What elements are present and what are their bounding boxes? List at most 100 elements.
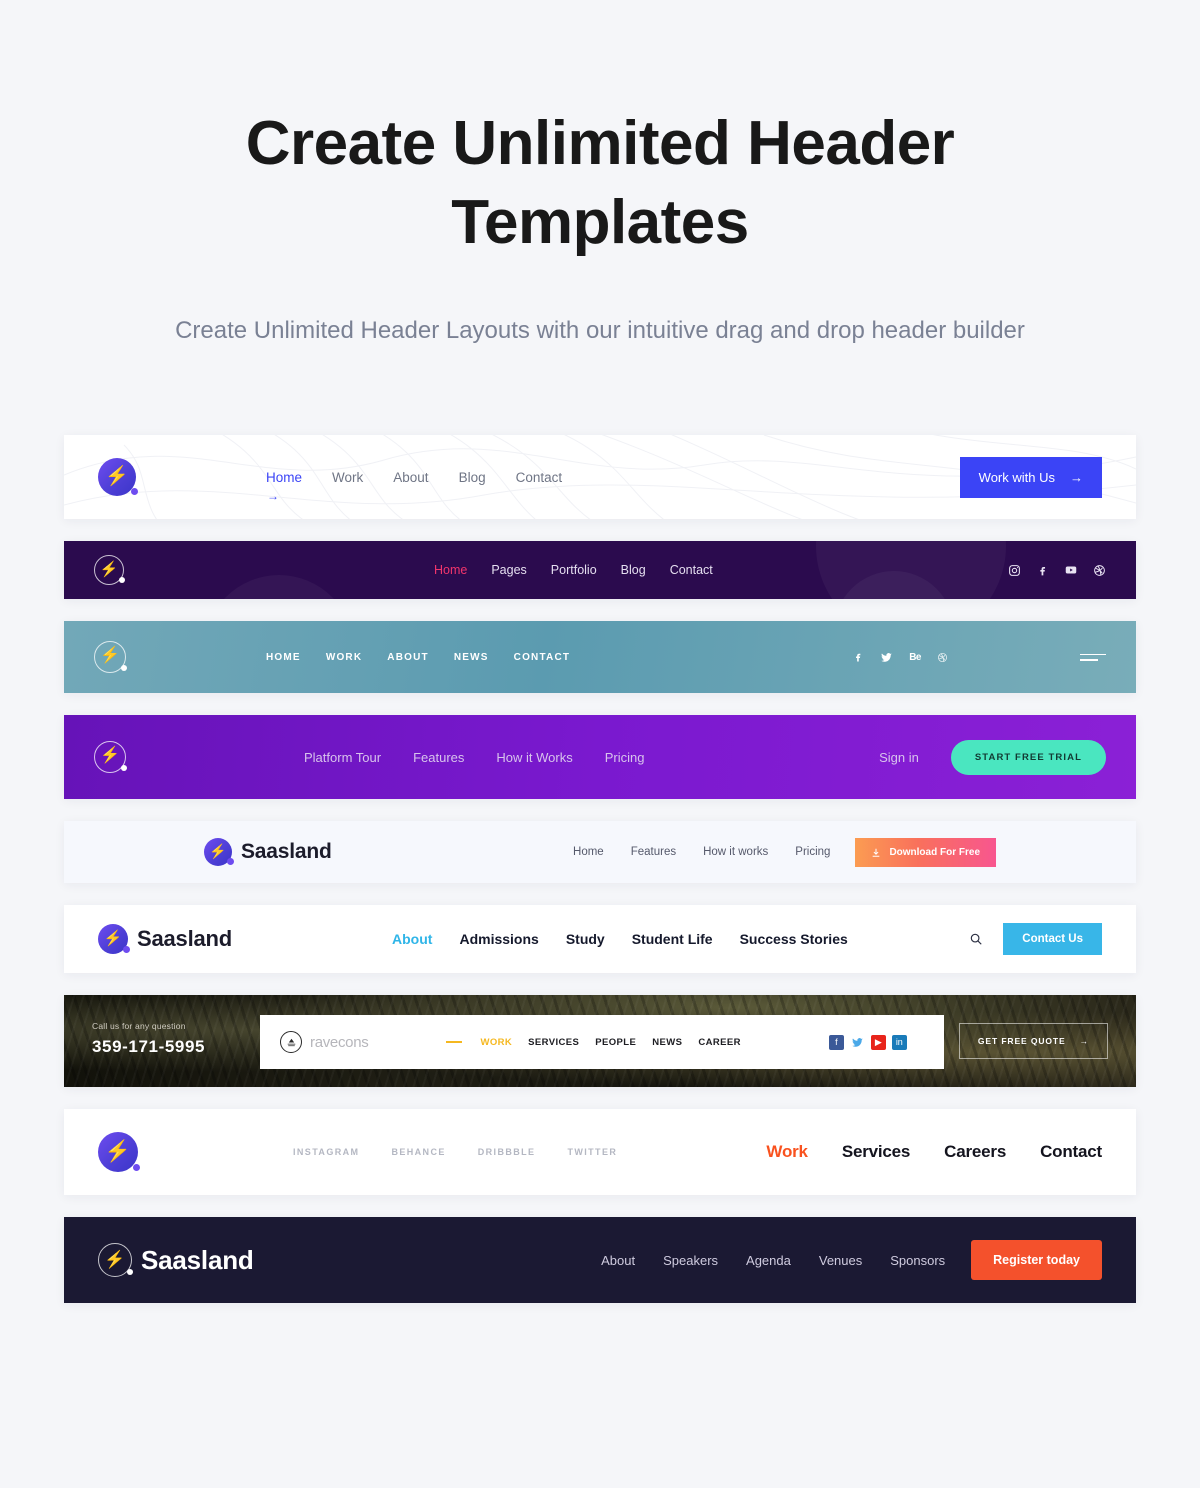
nav-item-dribbble[interactable]: DRIBBBLE — [478, 1147, 536, 1157]
twitter-icon[interactable] — [880, 651, 893, 664]
nav-item-how-it-works[interactable]: How it works — [703, 846, 768, 858]
register-today-button[interactable]: Register today — [971, 1240, 1102, 1281]
header-light-topography[interactable]: ⚡ Home → Work About Blog Contact Work wi… — [64, 435, 1136, 520]
rave-circle-icon — [280, 1031, 302, 1054]
logo-mark[interactable]: ⚡ — [98, 924, 130, 955]
facebook-icon[interactable] — [852, 651, 864, 663]
nav-item-contact[interactable]: Contact — [670, 563, 713, 577]
nav-item-agenda[interactable]: Agenda — [746, 1253, 791, 1268]
nav-item-about[interactable]: About — [393, 470, 428, 485]
facebook-icon[interactable]: f — [828, 1034, 844, 1050]
header-nav: About Speakers Agenda Venues Sponsors — [601, 1253, 945, 1268]
header-saasland-education[interactable]: ⚡ Saasland About Admissions Study Studen… — [64, 905, 1136, 974]
logo-mark[interactable]: ⚡ — [94, 555, 125, 586]
logo-mark[interactable]: ⚡ — [98, 1243, 133, 1278]
header-teal[interactable]: ⚡ HOME WORK ABOUT NEWS CONTACT Be — [64, 621, 1136, 694]
header-violet[interactable]: ⚡ Platform Tour Features How it Works Pr… — [64, 715, 1136, 800]
nav-item-pricing[interactable]: Pricing — [795, 846, 830, 858]
nav-item-student-life[interactable]: Student Life — [632, 931, 713, 947]
nav-item-portfolio[interactable]: Portfolio — [551, 563, 597, 577]
hamburger-icon[interactable] — [1080, 650, 1106, 665]
nav-item-contact[interactable]: Contact — [1040, 1142, 1102, 1162]
nav-item-platform-tour[interactable]: Platform Tour — [304, 750, 381, 765]
bolt-icon: ⚡ — [104, 1249, 126, 1269]
contact-us-button[interactable]: Contact Us — [1003, 923, 1102, 956]
header-dark-purple[interactable]: ⚡ Home Pages Portfolio Blog Contact — [64, 541, 1136, 600]
header-template-list: ⚡ Home → Work About Blog Contact Work wi… — [0, 435, 1200, 1304]
nav-item-about[interactable]: About — [601, 1253, 635, 1268]
nav-item-career[interactable]: CAREER — [698, 1037, 741, 1048]
nav-item-work[interactable]: WORK — [326, 652, 362, 663]
nav-item-pages[interactable]: Pages — [491, 563, 526, 577]
logo-dot — [121, 765, 127, 772]
nav-item-speakers[interactable]: Speakers — [663, 1253, 718, 1268]
logo-wordmark: Saasland — [137, 926, 233, 952]
nav-item-instagram[interactable]: INSTAGRAM — [293, 1147, 359, 1157]
nav-item-behance[interactable]: BEHANCE — [391, 1147, 445, 1157]
header-ravecons-photo[interactable]: Call us for any question 359-171-5995 ra… — [64, 995, 1136, 1088]
page-subtitle: Create Unlimited Header Layouts with our… — [175, 316, 1025, 344]
nav-item-success-stories[interactable]: Success Stories — [740, 931, 848, 947]
nav-item-work[interactable]: Work — [766, 1142, 808, 1162]
nav-item-people[interactable]: PEOPLE — [595, 1037, 636, 1048]
header-dark-navy-event[interactable]: ⚡ Saasland About Speakers Agenda Venues … — [64, 1217, 1136, 1304]
logo-mark[interactable]: ⚡ — [94, 641, 127, 674]
nav-item-services[interactable]: SERVICES — [528, 1037, 579, 1048]
nav-item-contact[interactable]: CONTACT — [514, 652, 571, 663]
logo-mark[interactable]: ⚡ — [98, 1132, 140, 1173]
download-for-free-button[interactable]: Download For Free — [855, 837, 996, 867]
header-nav: HOME WORK ABOUT NEWS CONTACT — [266, 652, 570, 663]
get-free-quote-button[interactable]: GET FREE QUOTE → — [958, 1023, 1108, 1060]
search-icon[interactable] — [969, 932, 983, 946]
nav-item-news[interactable]: NEWS — [454, 652, 489, 663]
nav-item-work[interactable]: WORK — [480, 1037, 512, 1048]
nav-item-home[interactable]: Home — [573, 846, 604, 858]
sign-in-link[interactable]: Sign in — [879, 750, 919, 765]
instagram-icon[interactable] — [1008, 564, 1021, 577]
nav-item-home[interactable]: Home — [434, 563, 467, 577]
nav-item-features[interactable]: Features — [631, 846, 676, 858]
nav-item-admissions[interactable]: Admissions — [459, 931, 538, 947]
logo-mark[interactable]: ⚡ — [94, 741, 127, 774]
nav-item-pricing[interactable]: Pricing — [605, 750, 645, 765]
work-with-us-button[interactable]: Work with Us → — [959, 456, 1102, 498]
nav-item-blog[interactable]: Blog — [621, 563, 646, 577]
nav-item-study[interactable]: Study — [566, 931, 605, 947]
nav-item-venues[interactable]: Venues — [819, 1253, 862, 1268]
start-free-trial-button[interactable]: START FREE TRIAL — [950, 739, 1106, 775]
logo-mark[interactable]: ⚡ — [204, 838, 234, 867]
linkedin-icon[interactable]: in — [891, 1034, 907, 1050]
facebook-icon[interactable] — [1036, 564, 1049, 577]
nav-item-sponsors[interactable]: Sponsors — [890, 1253, 945, 1268]
nav-item-how-it-works[interactable]: How it Works — [496, 750, 572, 765]
nav-item-careers[interactable]: Careers — [944, 1142, 1006, 1162]
logo-mark[interactable]: ⚡ — [98, 458, 138, 497]
nav-item-services[interactable]: Services — [842, 1142, 911, 1162]
logo-dot — [133, 1164, 140, 1172]
bolt-icon: ⚡ — [100, 647, 120, 665]
button-label: GET FREE QUOTE — [977, 1036, 1066, 1047]
header-saasland-light[interactable]: ⚡ Saasland Home Features How it works Pr… — [64, 821, 1136, 884]
twitter-icon[interactable] — [849, 1034, 865, 1050]
nav-item-features[interactable]: Features — [413, 750, 464, 765]
dribbble-icon[interactable] — [1093, 564, 1106, 577]
nav-item-blog[interactable]: Blog — [459, 470, 486, 485]
nav-item-twitter[interactable]: TWITTER — [567, 1147, 617, 1157]
nav-card: ravecons WORK SERVICES PEOPLE NEWS CAREE… — [260, 1015, 944, 1070]
dribbble-icon[interactable] — [937, 652, 948, 663]
youtube-icon[interactable]: ▶ — [870, 1034, 886, 1050]
hero-section: Create Unlimited Header Templates Create… — [0, 0, 1200, 353]
youtube-icon[interactable] — [1064, 563, 1078, 577]
bolt-icon: ⚡ — [104, 1139, 132, 1163]
nav-item-contact[interactable]: Contact — [516, 470, 563, 485]
nav-item-about[interactable]: ABOUT — [387, 652, 429, 663]
nav-item-about[interactable]: About — [392, 931, 432, 947]
phone-number[interactable]: 359-171-5995 — [92, 1037, 205, 1057]
header-white-agency[interactable]: ⚡ INSTAGRAM BEHANCE DRIBBBLE TWITTER Wor… — [64, 1109, 1136, 1196]
nav-item-home[interactable]: HOME — [266, 652, 301, 663]
logo-wordmark: Saasland — [241, 840, 332, 864]
nav-item-home[interactable]: Home → — [266, 470, 302, 503]
social-links: f ▶ in — [828, 1034, 907, 1050]
nav-item-news[interactable]: NEWS — [652, 1037, 682, 1048]
nav-item-work[interactable]: Work — [332, 470, 363, 485]
